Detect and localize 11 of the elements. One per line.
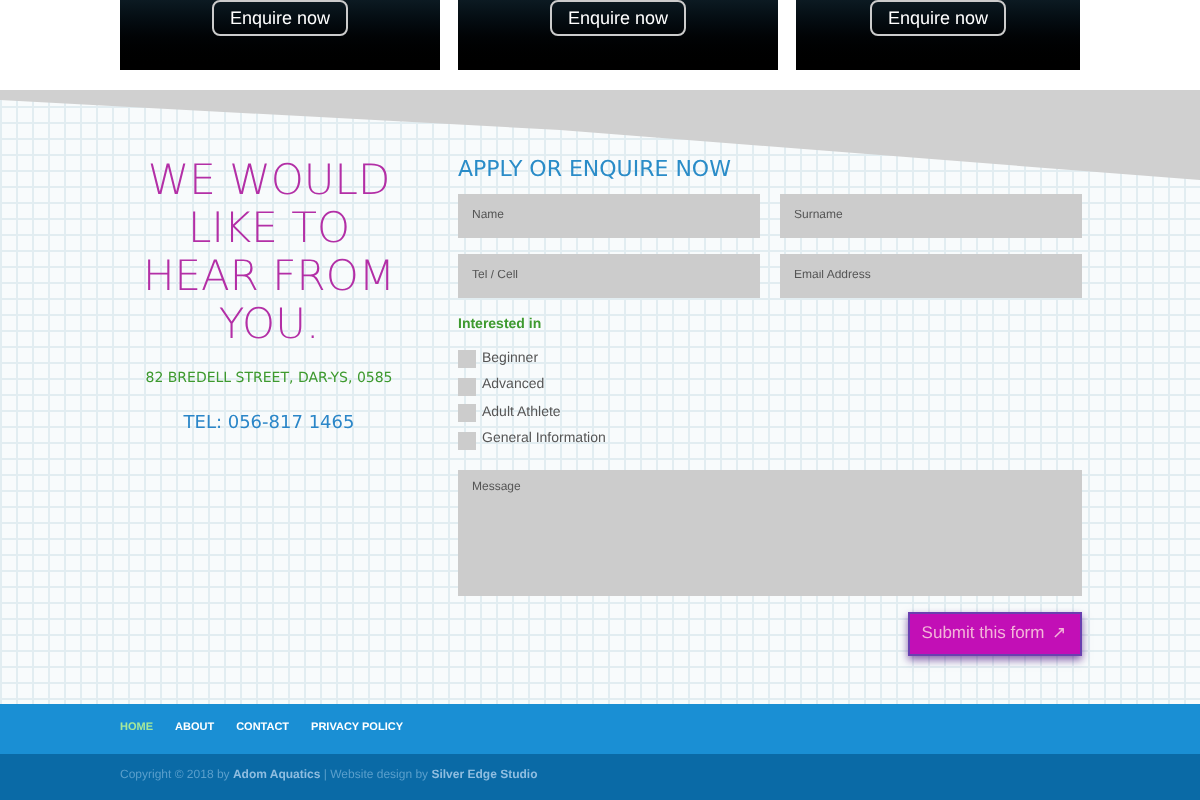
form-title: APPLY OR ENQUIRE NOW	[458, 156, 733, 184]
checkbox[interactable]	[458, 431, 476, 450]
enquire-button[interactable]: Enquire now	[549, 0, 687, 36]
checkbox[interactable]	[458, 404, 476, 423]
contact-heading: WE WOULD LIKE TO HEAR FROM YOU.	[140, 156, 397, 348]
enquire-button[interactable]: Enquire now	[869, 0, 1007, 36]
enquire-button[interactable]: Enquire now	[211, 0, 349, 36]
submit-button[interactable]: Submit this form ↗	[908, 611, 1082, 655]
checkbox[interactable]	[458, 377, 476, 396]
checkbox[interactable]	[458, 350, 476, 369]
phone-text: TEL: 056-817 1465	[183, 411, 355, 437]
